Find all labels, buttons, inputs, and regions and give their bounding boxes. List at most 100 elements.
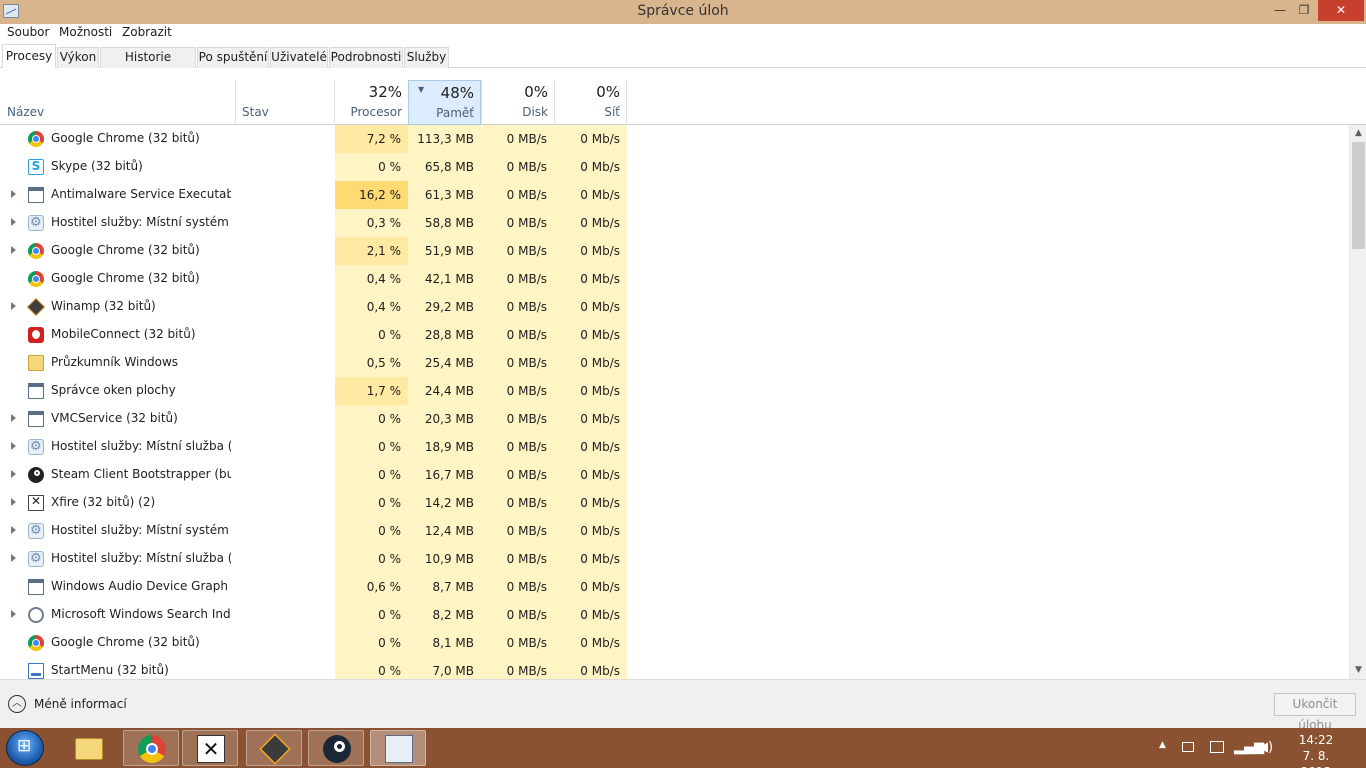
process-name: Windows Audio Device Graph Is...	[51, 579, 231, 593]
memory-cell: 42,1 MB	[408, 265, 481, 293]
tab-performance[interactable]: Výkon	[57, 47, 99, 68]
table-row[interactable]: Steam Client Bootstrapper (buil... 0 %16,…	[0, 461, 1349, 489]
gear-icon	[28, 523, 44, 539]
taskbar-xfire[interactable]: ✕	[182, 730, 238, 766]
expand-arrow-icon[interactable]	[11, 442, 16, 450]
clock-time: 14:22	[1298, 733, 1334, 747]
tab-details[interactable]: Podrobnosti	[329, 47, 403, 68]
column-name-header[interactable]: Název	[7, 105, 44, 119]
column-status-header[interactable]: Stav	[242, 105, 269, 119]
table-row[interactable]: Hostitel služby: Místní systém (1... 0 %1…	[0, 517, 1349, 545]
monitor-icon[interactable]	[1182, 742, 1194, 752]
taskbar-winamp[interactable]	[246, 730, 302, 766]
column-memory-header[interactable]: ▼ 48% Paměť	[408, 80, 481, 125]
table-row[interactable]: Winamp (32 bitů) 0,4 % 29,2 MB 0 MB/s 0 Mb/s	[0, 293, 1349, 321]
fewer-details-link[interactable]: Méně informací	[34, 697, 127, 711]
memory-cell: 14,2 MB	[408, 489, 481, 517]
gear-icon	[28, 439, 44, 455]
menu-file[interactable]: Soubor	[7, 25, 49, 39]
table-row[interactable]: Google Chrome (32 bitů) 0,4 % 42,1 MB 0 MB/…	[0, 265, 1349, 293]
table-row[interactable]: Hostitel služby: Místní systém (... 0,3 %…	[0, 209, 1349, 237]
memory-total-percent: 48%	[440, 84, 474, 102]
disk-cell: 0 MB/s	[481, 405, 554, 433]
title-bar: Správce úloh — ❐ ✕	[0, 0, 1366, 24]
table-row[interactable]: Windows Audio Device Graph Is... 0,6 %8,7…	[0, 573, 1349, 601]
table-row[interactable]: Hostitel služby: Místní služba (b... 0 %1…	[0, 545, 1349, 573]
table-row[interactable]: Průzkumník Windows 0,5 % 25,4 MB 0 MB/s 0 Mb…	[0, 349, 1349, 377]
table-row[interactable]: MobileConnect (32 bitů) 0 % 28,8 MB 0 MB/s 0…	[0, 321, 1349, 349]
table-row[interactable]: Antimalware Service Executable 16,2 % 61,3…	[0, 181, 1349, 209]
close-button[interactable]: ✕	[1318, 0, 1364, 21]
network-label: Síť	[604, 105, 620, 119]
column-cpu-header[interactable]: 32% Procesor	[334, 80, 408, 125]
memory-cell: 58,8 MB	[408, 209, 481, 237]
network-cell: 0 Mb/s	[554, 293, 627, 321]
table-row[interactable]: Google Chrome (32 bitů) 7,2 % 113,3 MB 0 MB…	[0, 125, 1349, 153]
network-cell: 0 Mb/s	[554, 545, 627, 573]
process-list[interactable]: Google Chrome (32 bitů) 7,2 % 113,3 MB 0 MB…	[0, 125, 1349, 679]
disk-cell: 0 MB/s	[481, 209, 554, 237]
maximize-button[interactable]: ❐	[1290, 0, 1318, 21]
tab-users[interactable]: Uživatelé	[270, 47, 328, 68]
process-name: Hostitel služby: Místní systém (...	[51, 215, 231, 229]
network-cell: 0 Mb/s	[554, 125, 627, 153]
cpu-cell: 0 %	[335, 433, 408, 461]
table-row[interactable]: Xfire (32 bitů) (2) 0 %14,2 MB0 MB/s0 Mb/…	[0, 489, 1349, 517]
expand-arrow-icon[interactable]	[11, 498, 16, 506]
expand-arrow-icon[interactable]	[11, 526, 16, 534]
disk-cell: 0 MB/s	[481, 265, 554, 293]
cpu-cell: 0 %	[335, 321, 408, 349]
menu-view[interactable]: Zobrazit	[122, 25, 172, 39]
process-name: Winamp (32 bitů)	[51, 299, 156, 313]
expand-arrow-icon[interactable]	[11, 218, 16, 226]
volume-icon[interactable]: ◀)	[1258, 740, 1273, 755]
expand-arrow-icon[interactable]	[11, 470, 16, 478]
chevron-up-icon[interactable]: ▲	[1159, 740, 1166, 750]
menu-options[interactable]: Možnosti	[59, 25, 112, 39]
taskbar-steam[interactable]	[308, 730, 364, 766]
table-row[interactable]: Správce oken plochy 1,7 % 24,4 MB 0 MB/s 0 M…	[0, 377, 1349, 405]
memory-cell: 113,3 MB	[408, 125, 481, 153]
chevron-up-circle-icon[interactable]: ︿	[8, 695, 26, 713]
start-button[interactable]	[6, 730, 44, 766]
tab-services[interactable]: Služby	[404, 47, 449, 68]
vertical-scrollbar[interactable]: ▲ ▼	[1349, 125, 1366, 679]
tab-processes[interactable]: Procesy	[2, 44, 56, 69]
disk-cell: 0 MB/s	[481, 321, 554, 349]
taskbar-chrome[interactable]	[123, 730, 179, 766]
table-row[interactable]: S Skype (32 bitů) 0 % 65,8 MB 0 MB/s 0 Mb/s	[0, 153, 1349, 181]
tab-startup[interactable]: Po spuštění	[197, 47, 269, 68]
expand-arrow-icon[interactable]	[11, 414, 16, 422]
table-row[interactable]: Google Chrome (32 bitů) 0 % 8,1 MB 0 MB/s 0 …	[0, 629, 1349, 657]
explorer-icon	[75, 738, 103, 760]
scrollbar-thumb[interactable]	[1352, 142, 1365, 249]
expand-arrow-icon[interactable]	[11, 190, 16, 198]
expand-arrow-icon[interactable]	[11, 610, 16, 618]
taskbar-explorer[interactable]	[61, 730, 117, 766]
expand-arrow-icon[interactable]	[11, 302, 16, 310]
process-name: Hostitel služby: Místní služba (b...	[51, 551, 231, 565]
disk-cell: 0 MB/s	[481, 433, 554, 461]
network-adapter-icon[interactable]	[1210, 741, 1224, 753]
winamp-icon	[259, 733, 291, 765]
column-disk-header[interactable]: 0% Disk	[481, 80, 554, 125]
process-name: Průzkumník Windows	[51, 355, 179, 369]
table-row[interactable]: Microsoft Windows Search Inde... 0 % 8,2 M…	[0, 601, 1349, 629]
tab-app-history[interactable]: Historie aplikací	[100, 47, 196, 83]
network-cell: 0 Mb/s	[554, 237, 627, 265]
taskbar-task-manager[interactable]	[370, 730, 426, 766]
network-cell: 0 Mb/s	[554, 461, 627, 489]
end-task-button[interactable]: Ukončit úlohu	[1274, 693, 1356, 732]
search-indexer-icon	[28, 607, 44, 623]
table-row[interactable]: Hostitel služby: Místní služba (o... 0 %1…	[0, 433, 1349, 461]
table-row[interactable]: VMCService (32 bitů) 0 % 20,3 MB 0 MB/s 0 Mb…	[0, 405, 1349, 433]
table-row[interactable]: StartMenu (32 bitů) 0 % 7,0 MB 0 MB/s 0 Mb/s	[0, 657, 1349, 679]
column-network-header[interactable]: 0% Síť	[554, 80, 627, 125]
scroll-up-arrow-icon[interactable]: ▲	[1350, 125, 1366, 142]
system-clock[interactable]: 14:22 7. 8. 2013	[1288, 732, 1344, 768]
network-cell: 0 Mb/s	[554, 377, 627, 405]
table-row[interactable]: Google Chrome (32 bitů) 2,1 % 51,9 MB 0 MB/…	[0, 237, 1349, 265]
expand-arrow-icon[interactable]	[11, 554, 16, 562]
scroll-down-arrow-icon[interactable]: ▼	[1350, 662, 1366, 679]
expand-arrow-icon[interactable]	[11, 246, 16, 254]
